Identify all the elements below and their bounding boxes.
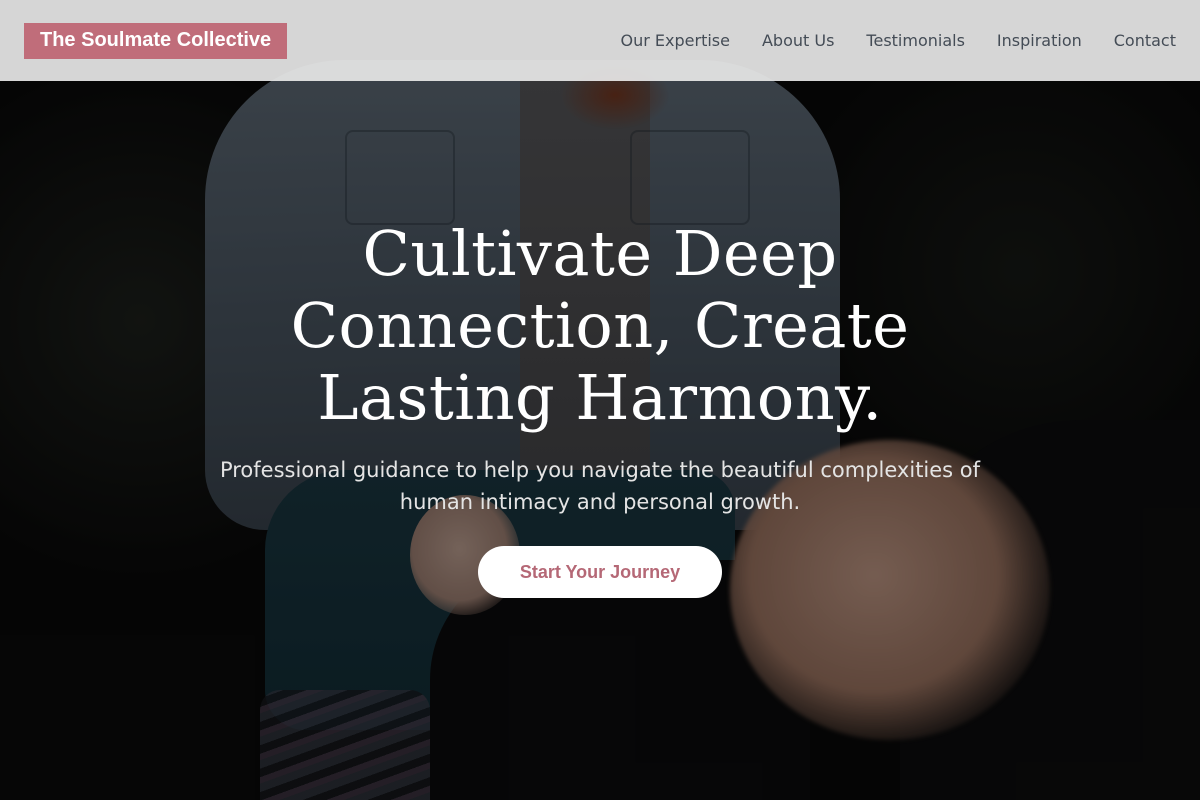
- hero-subtitle: Professional guidance to help you naviga…: [219, 458, 981, 514]
- logo-link[interactable]: The Soulmate Collective: [24, 22, 288, 59]
- start-journey-button[interactable]: Start Your Journey: [478, 546, 722, 598]
- nav-link-about-us[interactable]: About Us: [762, 31, 834, 50]
- hero-section: Cultivate Deep Connection, Create Lastin…: [0, 0, 1200, 800]
- nav-link-contact[interactable]: Contact: [1114, 31, 1176, 50]
- nav-link-testimonials[interactable]: Testimonials: [866, 31, 965, 50]
- main-nav: Our Expertise About Us Testimonials Insp…: [589, 31, 1176, 50]
- nav-link-inspiration[interactable]: Inspiration: [997, 31, 1082, 50]
- nav-link-our-expertise[interactable]: Our Expertise: [621, 31, 730, 50]
- site-header: The Soulmate Collective Our Expertise Ab…: [0, 0, 1200, 81]
- hero-title: Cultivate Deep Connection, Create Lastin…: [290, 217, 910, 434]
